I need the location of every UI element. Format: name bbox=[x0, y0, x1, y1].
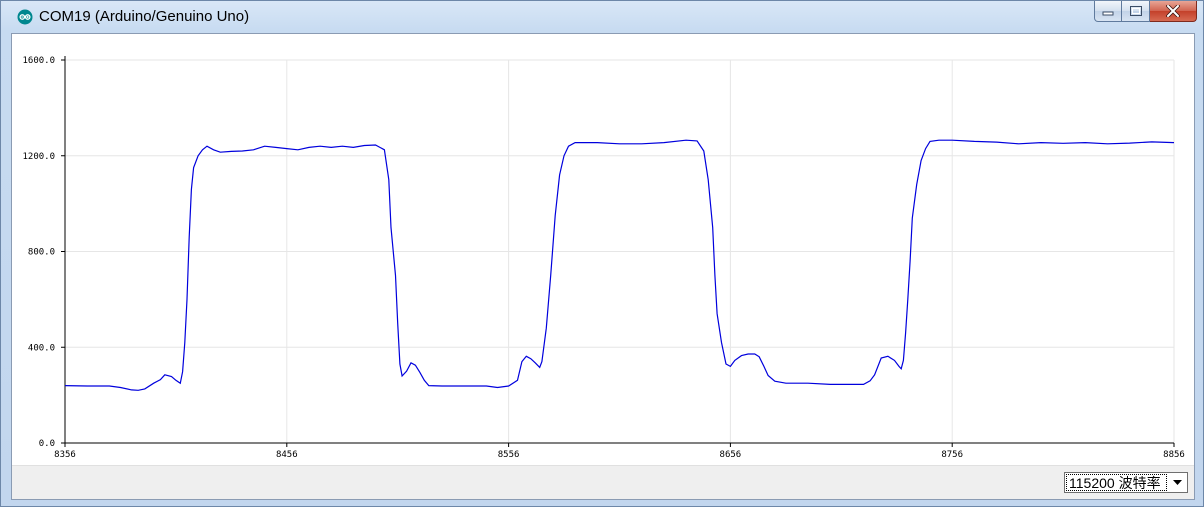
line-chart: 1600.0 1200.0 800.0 400.0 0.08356 8456 8556 865… bbox=[22, 56, 1185, 460]
arduino-icon bbox=[17, 9, 33, 25]
y-tick-label: 1200.0 bbox=[22, 152, 55, 162]
series-line bbox=[64, 139, 1175, 391]
x-tick-label: 8856 bbox=[1163, 450, 1185, 460]
status-bar: 115200 波特率 bbox=[12, 465, 1194, 499]
y-tick-label: 0.0 bbox=[39, 439, 55, 449]
x-tick-label: 8556 bbox=[498, 450, 520, 460]
x-tick-label: 8756 bbox=[941, 450, 963, 460]
window-title: COM19 (Arduino/Genuino Uno) bbox=[39, 8, 250, 25]
close-icon bbox=[1166, 5, 1180, 17]
maximize-icon bbox=[1129, 6, 1142, 16]
serial-plotter-window: COM19 (Arduino/Genuino Uno) 1600.0 1200.… bbox=[0, 0, 1204, 507]
x-tick-label: 8456 bbox=[276, 450, 298, 460]
maximize-button[interactable] bbox=[1122, 1, 1150, 22]
caption-buttons bbox=[1094, 1, 1197, 23]
baud-rate-value: 115200 波特率 bbox=[1066, 474, 1167, 491]
x-tick-label: 8356 bbox=[54, 450, 76, 460]
minimize-button[interactable] bbox=[1094, 1, 1122, 22]
title-bar[interactable]: COM19 (Arduino/Genuino Uno) bbox=[1, 1, 1203, 33]
chevron-down-icon[interactable] bbox=[1168, 473, 1187, 492]
x-tick-label: 8656 bbox=[720, 450, 742, 460]
plotter-area: 1600.0 1200.0 800.0 400.0 0.0 8356 8456 8556 865… bbox=[11, 33, 1195, 500]
baud-rate-select[interactable]: 115200 波特率 bbox=[1064, 472, 1188, 493]
y-tick-label: 400.0 bbox=[28, 343, 55, 353]
y-tick-label: 1600.0 bbox=[22, 56, 55, 66]
y-tick-label: 800.0 bbox=[28, 248, 55, 258]
close-button[interactable] bbox=[1150, 1, 1197, 22]
minimize-icon bbox=[1102, 11, 1114, 16]
